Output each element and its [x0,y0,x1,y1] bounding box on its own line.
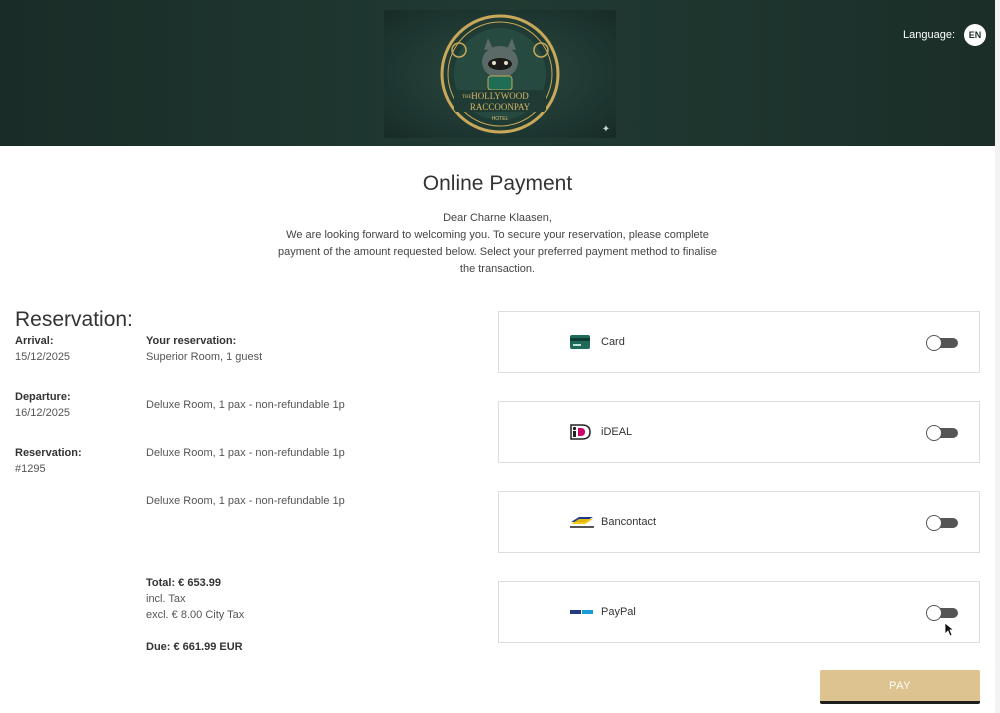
logo-text-line3: RACCOONPAY [470,102,531,112]
logo-text-line1: THE [462,95,472,100]
reservation-heading: Reservation: [15,308,133,331]
payment-option-paypal[interactable]: PayPal [498,581,980,643]
bancontact-toggle[interactable] [926,515,960,531]
logo-text-line2: HOLLYWOOD [471,91,529,101]
credit-card-icon [569,333,593,353]
intro-line-2: payment of the amount requested below. S… [277,246,718,258]
payment-label: Bancontact [601,516,657,528]
reservation-number-label: Reservation: [15,447,82,459]
intro-line-3: the transaction. [459,263,536,275]
card-toggle[interactable] [926,335,960,351]
departure-value: 16/12/2025 [15,407,71,419]
payment-option-ideal[interactable]: iDEAL [498,401,980,463]
departure-label: Departure: [15,391,71,403]
due-amount: Due: € 661.99 EUR [146,641,243,653]
payment-option-bancontact[interactable]: Bancontact [498,491,980,553]
room-item: Deluxe Room, 1 pax - non-refundable 1p [146,495,345,507]
bancontact-logo-icon [569,513,594,533]
paypal-logo-icon [569,603,593,623]
payment-label: iDEAL [601,426,633,438]
mouse-cursor-icon [944,622,955,642]
arrival-value: 15/12/2025 [15,351,71,363]
reservation-number-value: #1295 [15,463,46,475]
language-button[interactable]: EN [964,24,986,46]
pay-button[interactable]: PAY [820,670,980,704]
intro-line-1: We are looking forward to welcoming you.… [286,229,709,241]
language-selector[interactable]: Language: EN [903,22,986,48]
page-edge [995,0,1000,713]
city-tax-note: excl. € 8.00 City Tax [146,609,245,621]
incl-tax-note: incl. Tax [146,593,186,605]
total-amount: Total: € 653.99 [146,577,221,589]
hotel-logo: HOLLYWOOD RACCOONPAY THE HOTEL ✦ [384,10,616,138]
room-item: Superior Room, 1 guest [146,351,263,363]
your-reservation-label: Your reservation: [146,335,237,347]
payment-option-card[interactable]: Card [498,311,980,373]
arrival-label: Arrival: [15,335,54,347]
logo-text-line4: HOTEL [492,116,509,122]
room-item: Deluxe Room, 1 pax - non-refundable 1p [146,447,345,459]
paypal-toggle[interactable] [926,605,960,621]
room-item: Deluxe Room, 1 pax - non-refundable 1p [146,399,345,411]
ideal-logo-icon [569,423,593,443]
intro-text: Dear Charne Klaasen, We are looking forw… [250,210,745,278]
page-title: Online Payment [422,172,573,195]
payment-label: Card [601,336,625,348]
svg-text:✦: ✦ [602,124,610,135]
language-label: Language: [903,29,955,41]
header-banner: HOLLYWOOD RACCOONPAY THE HOTEL ✦ Languag… [0,0,995,146]
payment-label: PayPal [601,606,636,618]
ideal-toggle[interactable] [926,425,960,441]
greeting-text: Dear Charne Klaasen, [443,212,552,224]
